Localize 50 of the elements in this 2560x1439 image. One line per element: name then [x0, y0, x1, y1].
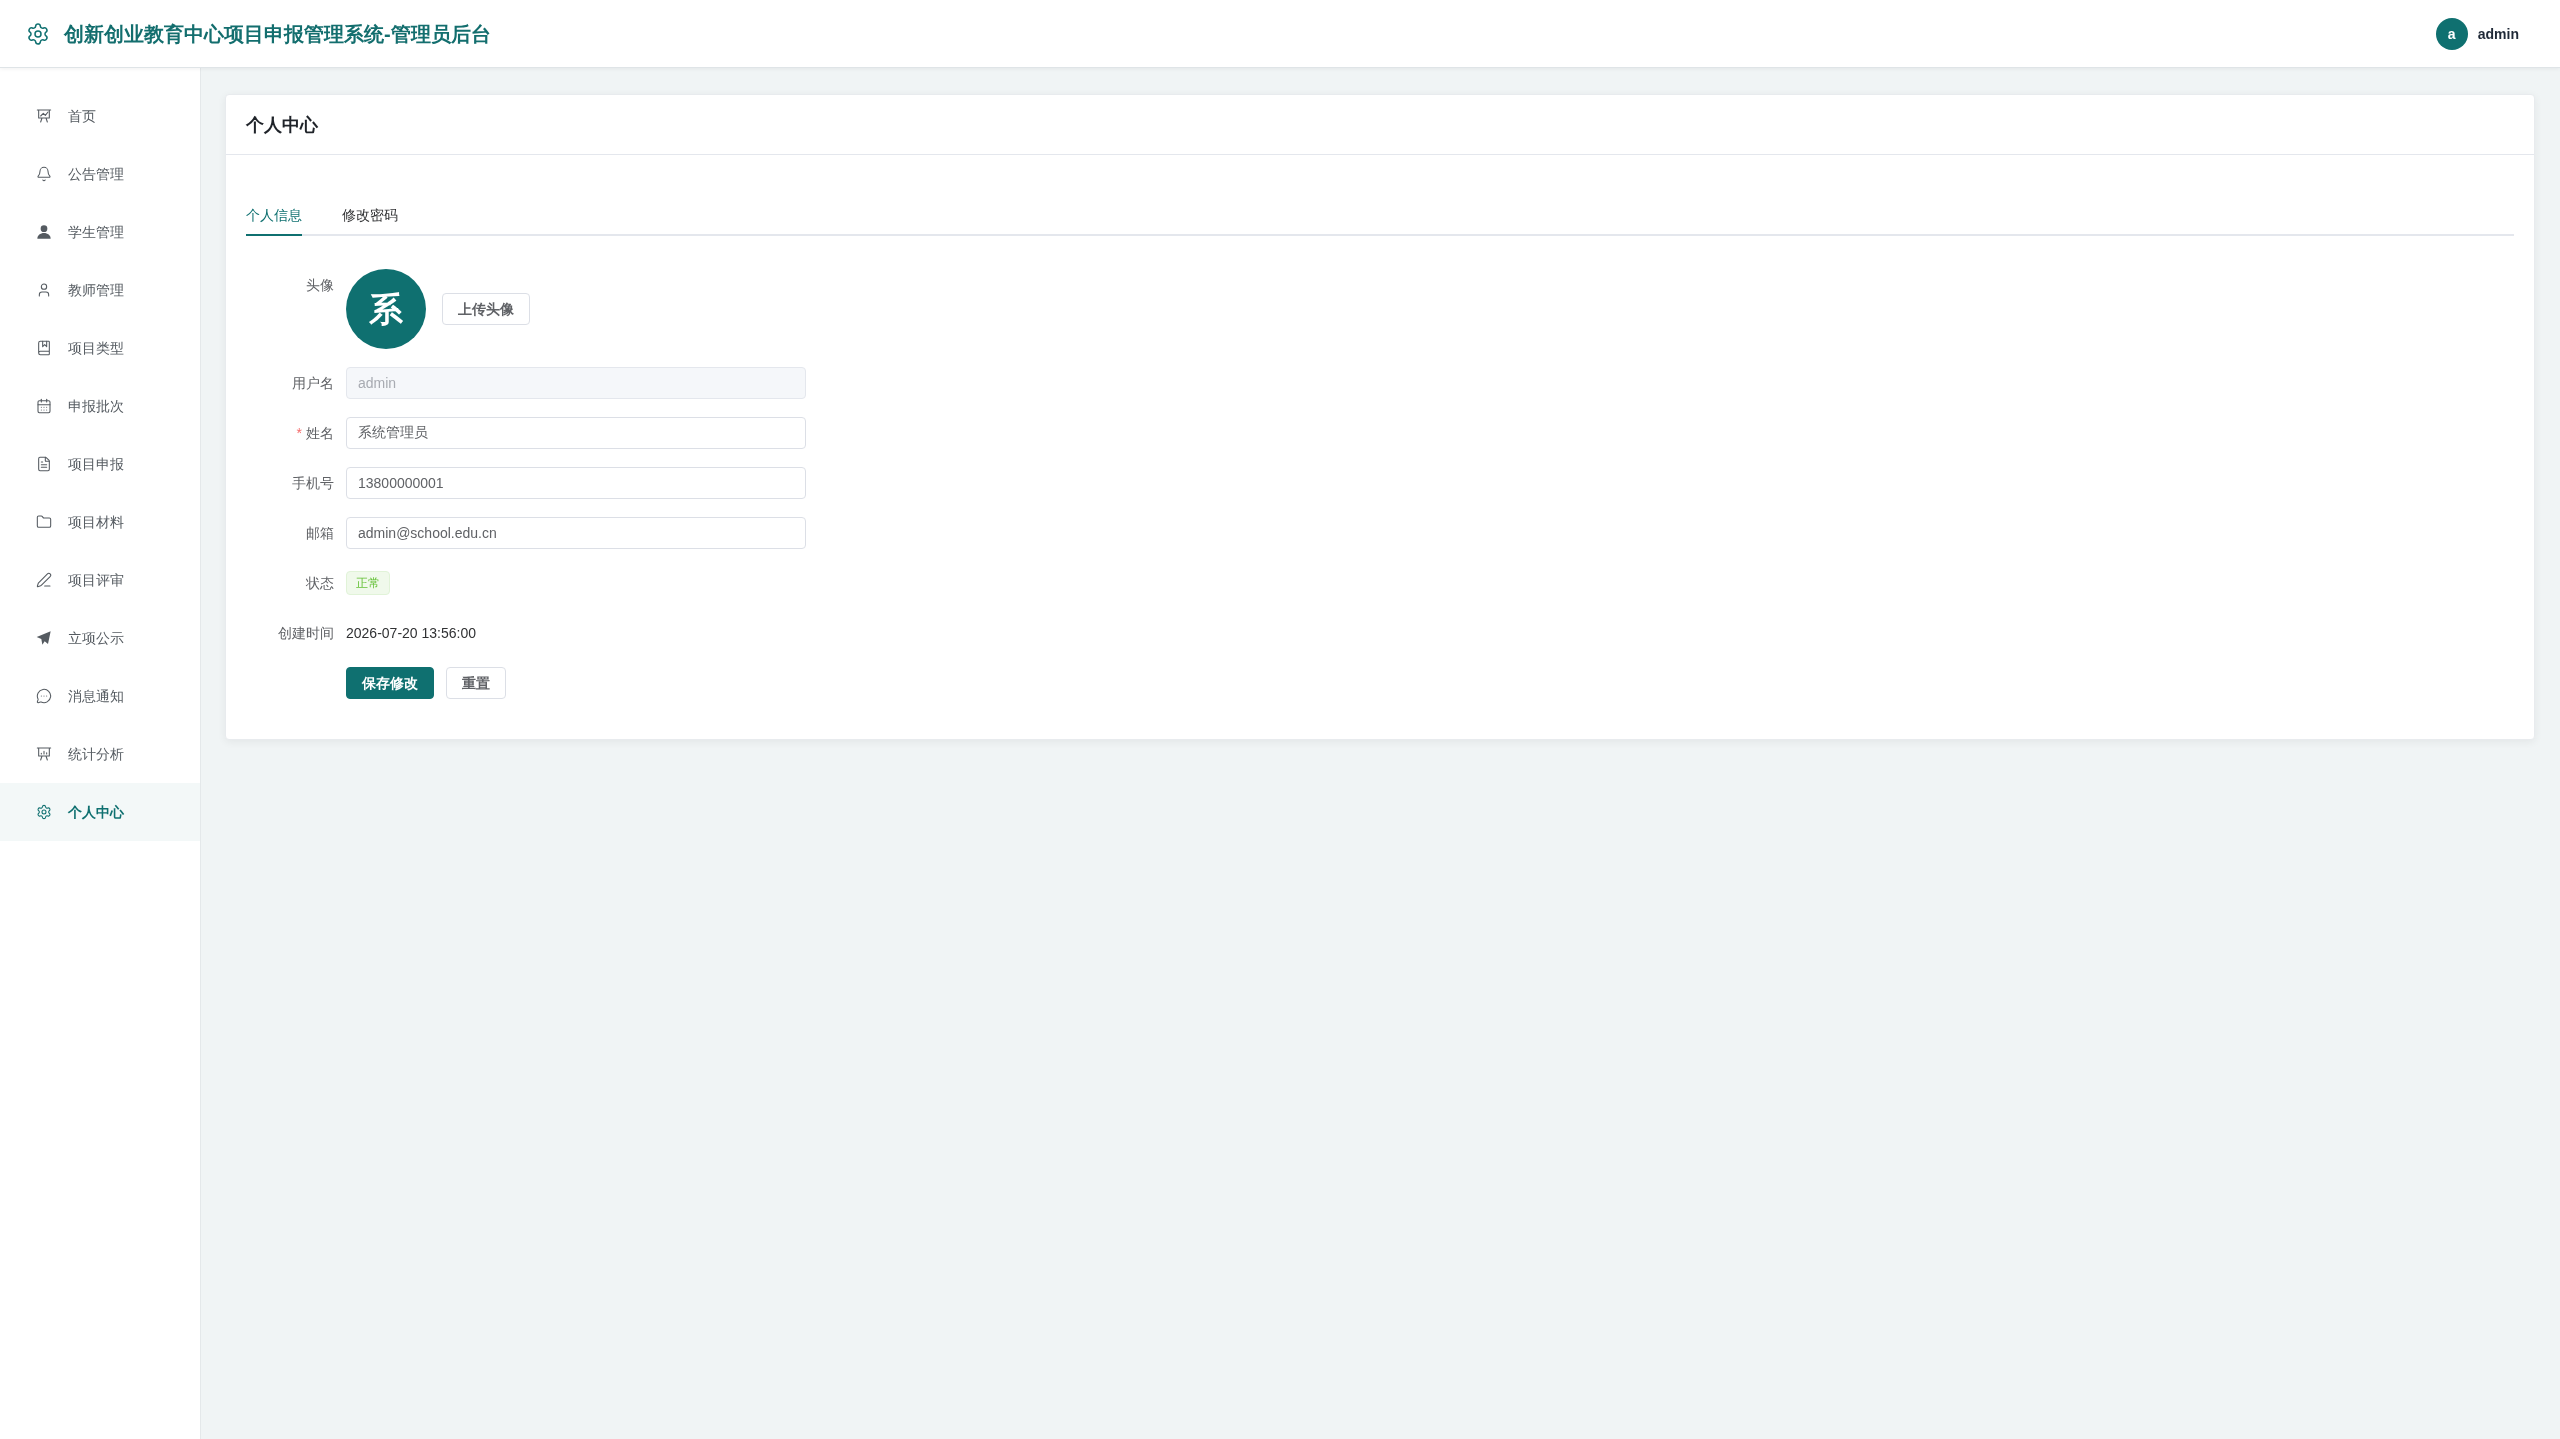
field-label: 状态 — [306, 574, 334, 593]
save-button[interactable]: 保存修改 — [346, 667, 434, 699]
field-label: 姓名 — [306, 424, 334, 443]
input-field[interactable]: admin@school.edu.cn — [346, 517, 806, 549]
sidebar-item[interactable]: 消息通知 — [0, 667, 200, 725]
field-label: 邮箱 — [306, 524, 334, 543]
book-icon — [36, 340, 52, 356]
folder-icon — [36, 514, 52, 530]
sidebar-item[interactable]: 统计分析 — [0, 725, 200, 783]
field-label: 创建时间 — [278, 624, 334, 643]
sidebar-item[interactable]: 首页 — [0, 87, 200, 145]
status-tag: 正常 — [346, 571, 390, 595]
sidebar-item[interactable]: 项目类型 — [0, 319, 200, 377]
board-icon — [36, 746, 52, 762]
reset-button[interactable]: 重置 — [446, 667, 506, 699]
user-icon — [36, 224, 52, 240]
field-label: 头像 — [306, 276, 334, 295]
sidebar-item[interactable]: 立项公示 — [0, 609, 200, 667]
input-field[interactable]: 系统管理员 — [346, 417, 806, 449]
gear-icon — [26, 21, 50, 46]
chart-board-icon — [36, 108, 52, 124]
input-field[interactable]: 13800000001 — [346, 467, 806, 499]
card-title: 个人中心 — [246, 113, 318, 137]
sidebar-item[interactable]: 学生管理 — [0, 203, 200, 261]
avatar: 系 — [346, 269, 426, 349]
user-outline-icon — [36, 282, 52, 298]
chat-icon — [36, 688, 52, 704]
app-title: 创新创业教育中心项目申报管理系统-管理员后台 — [64, 21, 491, 47]
sidebar-item[interactable]: 项目评审 — [0, 551, 200, 609]
tab[interactable]: 个人信息 — [246, 196, 302, 236]
tab[interactable]: 修改密码 — [342, 196, 398, 236]
field-value: 2026-07-20 13:56:00 — [346, 624, 476, 643]
user-name[interactable]: admin — [2477, 23, 2519, 44]
required-mark: * — [296, 424, 302, 443]
settings-icon — [36, 804, 52, 820]
sidebar-item[interactable]: 公告管理 — [0, 145, 200, 203]
sidebar-item[interactable]: 项目材料 — [0, 493, 200, 551]
sidebar-item[interactable]: 申报批次 — [0, 377, 200, 435]
sidebar-item[interactable]: 项目申报 — [0, 435, 200, 493]
pencil-icon — [36, 572, 52, 588]
field-label: 手机号 — [292, 474, 334, 493]
sidebar-item[interactable]: 个人中心 — [0, 783, 200, 841]
bell-icon — [36, 166, 52, 182]
sidebar-item[interactable]: 教师管理 — [0, 261, 200, 319]
field-label: 用户名 — [292, 374, 334, 393]
user-avatar[interactable]: a — [2435, 17, 2468, 50]
upload-avatar-button[interactable]: 上传头像 — [442, 293, 530, 325]
paper-plane-icon — [36, 630, 52, 646]
document-icon — [36, 456, 52, 472]
calendar-icon — [36, 398, 52, 414]
